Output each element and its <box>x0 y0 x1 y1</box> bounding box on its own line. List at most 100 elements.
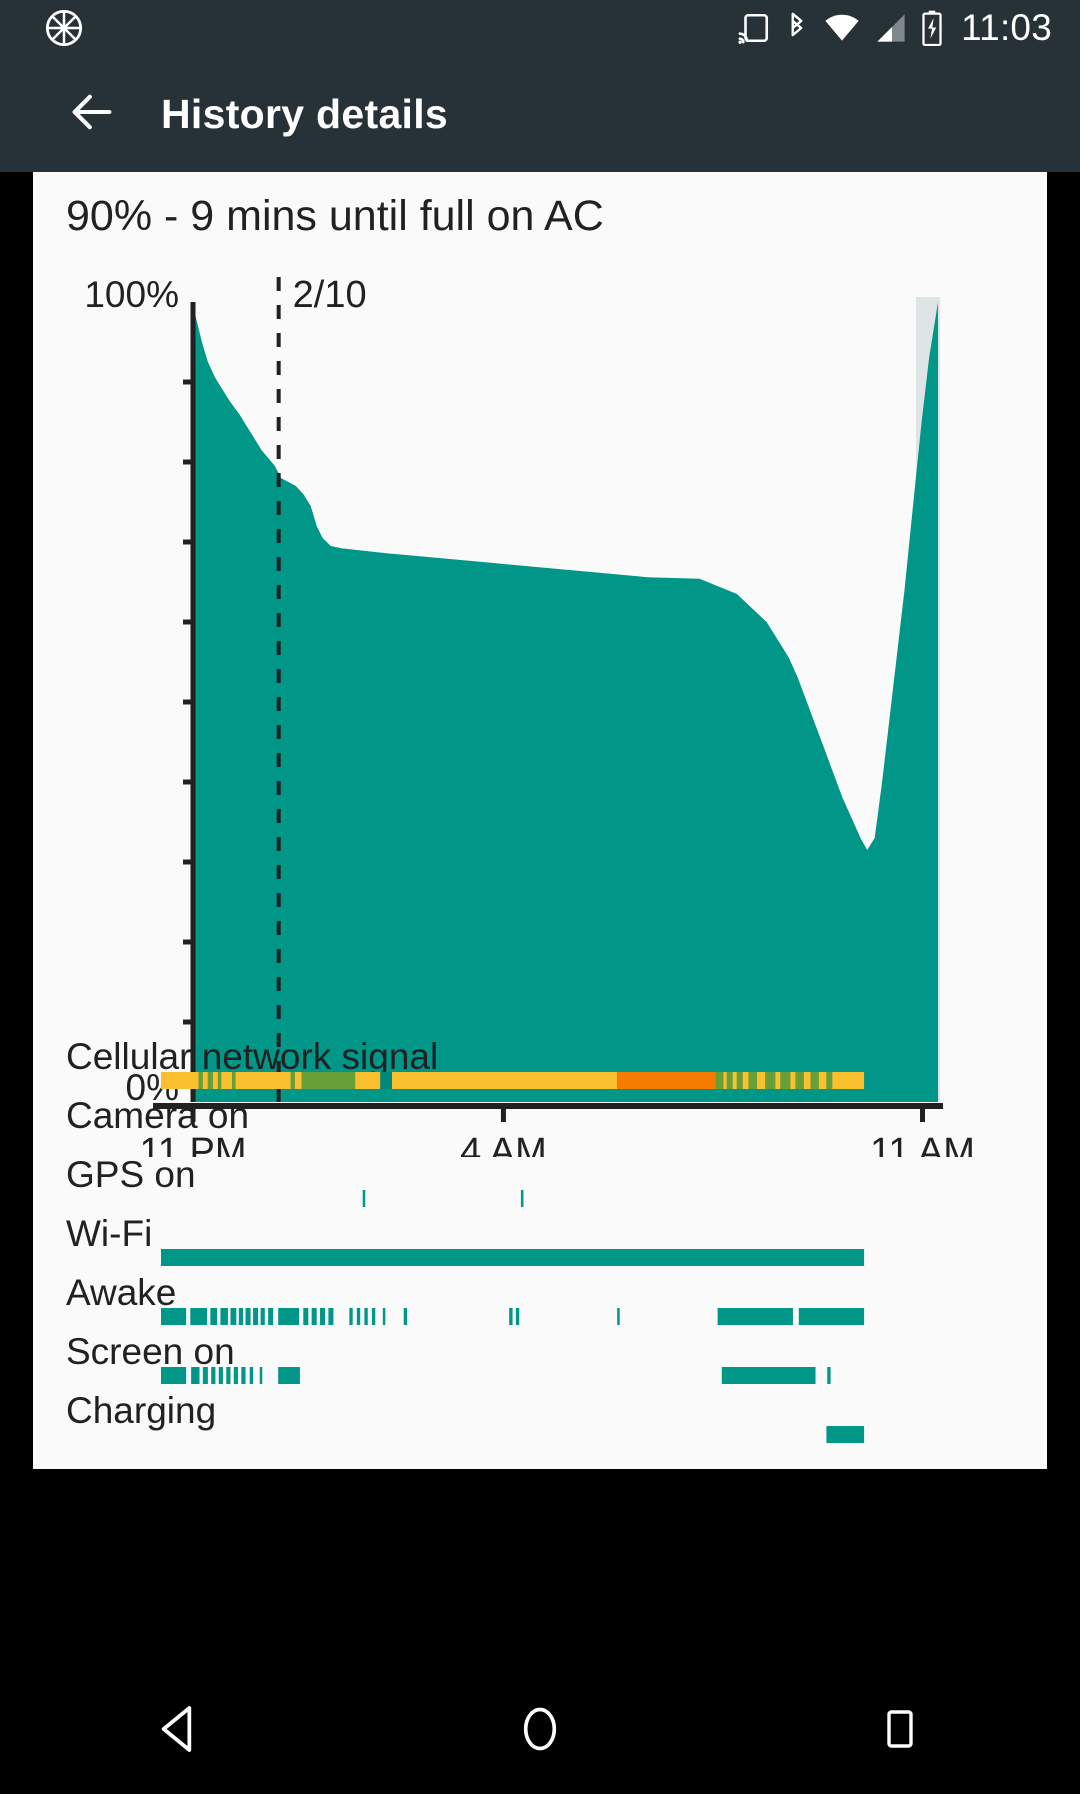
event-segment <box>238 1308 244 1325</box>
event-row-bar <box>161 1249 998 1266</box>
app-bar: History details <box>0 56 1080 172</box>
event-segment <box>161 1249 865 1266</box>
bluetooth-icon <box>784 11 810 45</box>
event-segment <box>803 1072 811 1089</box>
event-segment <box>515 1308 520 1325</box>
event-segment <box>212 1072 218 1089</box>
event-segment <box>217 1072 222 1089</box>
event-segment <box>832 1072 865 1089</box>
event-row-bar <box>161 1072 998 1089</box>
event-segment <box>732 1072 737 1089</box>
event-segment <box>726 1072 733 1089</box>
event-segment <box>798 1308 865 1325</box>
event-row-bar <box>161 1190 998 1207</box>
wifi-icon <box>823 11 861 45</box>
event-segment <box>218 1367 223 1384</box>
y-axis-label-max: 100% <box>84 274 179 315</box>
event-segment <box>520 1190 524 1207</box>
event-row-bar <box>161 1308 998 1325</box>
event-row-awake: Awake <box>33 1270 1047 1329</box>
event-segment <box>301 1072 356 1089</box>
status-bar-right-icons: 11:03 <box>737 7 1052 49</box>
event-segment <box>202 1367 208 1384</box>
event-segment <box>380 1072 393 1089</box>
event-segment <box>382 1308 386 1325</box>
home-nav-icon <box>514 1703 566 1760</box>
status-bar-clock: 11:03 <box>961 7 1052 48</box>
event-segment <box>241 1367 246 1384</box>
system-navigation-bar <box>0 1669 1080 1794</box>
event-segment <box>278 1367 300 1384</box>
event-segment <box>795 1072 804 1089</box>
nav-recents-button[interactable] <box>840 1672 960 1792</box>
event-row-label: Wi-Fi <box>66 1213 153 1254</box>
event-row-charging: Charging <box>33 1388 1047 1447</box>
event-row-screen-on: Screen on <box>33 1329 1047 1388</box>
event-segment <box>232 1072 236 1089</box>
event-segment <box>268 1308 274 1325</box>
event-row-bar <box>161 1131 998 1148</box>
page-title: History details <box>161 90 449 137</box>
event-segment <box>249 1367 254 1384</box>
event-segment <box>742 1072 749 1089</box>
back-button[interactable] <box>56 78 128 150</box>
event-segment <box>617 1072 716 1089</box>
event-row-camera-on: Camera on <box>33 1093 1047 1152</box>
event-segment <box>723 1072 727 1089</box>
event-segment <box>294 1072 302 1089</box>
event-segment <box>371 1308 376 1325</box>
event-segment <box>364 1308 368 1325</box>
event-segment <box>311 1308 317 1325</box>
event-segment <box>303 1308 309 1325</box>
event-segment <box>245 1308 251 1325</box>
event-row-bar <box>161 1426 998 1443</box>
cast-icon <box>737 11 771 45</box>
event-segment <box>220 1308 228 1325</box>
event-segment <box>259 1367 263 1384</box>
event-rows-list: Cellular network signal Camera on GPS on Wi… <box>33 1034 1047 1447</box>
event-segment <box>235 1072 291 1089</box>
event-segment <box>509 1308 513 1325</box>
nav-back-button[interactable] <box>120 1672 240 1792</box>
event-segment <box>161 1072 199 1089</box>
phone-screen: 11:03 History details 90% - 9 mins until… <box>0 0 1080 1794</box>
nav-home-button[interactable] <box>480 1672 600 1792</box>
event-segment <box>320 1308 326 1325</box>
event-segment <box>827 1367 831 1384</box>
event-row-cellular-network-signal: Cellular network signal <box>33 1034 1047 1093</box>
event-row-label: Awake <box>66 1272 177 1313</box>
back-arrow-icon <box>66 86 118 143</box>
event-segment <box>253 1308 259 1325</box>
event-row-bar <box>161 1367 998 1384</box>
status-bar-left-icons <box>44 8 84 48</box>
event-segment <box>260 1308 265 1325</box>
event-segment <box>211 1367 216 1384</box>
event-segment <box>403 1308 408 1325</box>
event-segment <box>826 1426 865 1443</box>
event-segment <box>161 1367 187 1384</box>
history-details-card: 90% - 9 mins until full on AC 100% 0% 11 P… <box>33 172 1047 1469</box>
event-segment <box>715 1072 724 1089</box>
event-segment <box>765 1072 776 1089</box>
back-nav-icon <box>152 1701 208 1762</box>
app-badge-icon <box>44 8 84 48</box>
event-segment <box>362 1190 366 1207</box>
event-segment <box>210 1308 218 1325</box>
event-segment <box>748 1072 757 1089</box>
event-row-gps-on: GPS on <box>33 1152 1047 1211</box>
event-segment <box>356 1308 361 1325</box>
event-segment <box>355 1072 381 1089</box>
event-segment <box>221 1072 233 1089</box>
event-segment <box>717 1308 793 1325</box>
event-segment <box>617 1308 620 1325</box>
event-segment <box>328 1308 334 1325</box>
event-segment <box>818 1072 827 1089</box>
recents-nav-icon <box>876 1705 924 1758</box>
event-segment <box>290 1072 295 1089</box>
battery-level-chart: 100% 0% 11 PM 4 AM 11 AM 2/10 <box>33 267 1047 1157</box>
event-segment <box>202 1072 208 1089</box>
event-segment <box>207 1072 213 1089</box>
event-segment <box>392 1072 618 1089</box>
event-segment <box>233 1367 239 1384</box>
event-segment <box>736 1072 743 1089</box>
